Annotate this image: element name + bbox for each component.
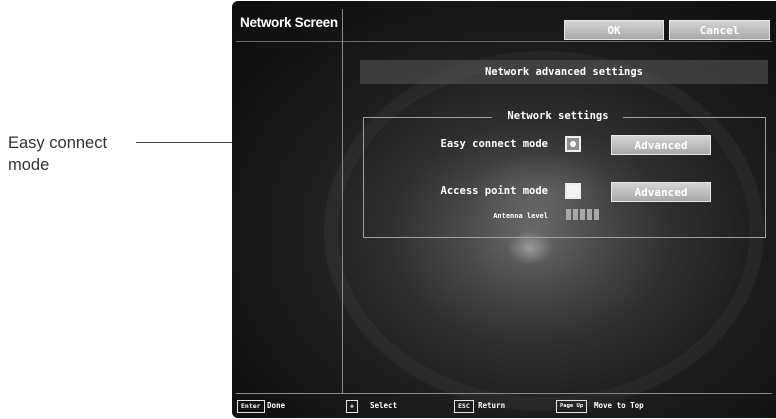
group-border-right <box>623 117 766 118</box>
antenna-bar <box>587 209 592 220</box>
esc-key-icon: ESC <box>454 400 474 413</box>
antenna-bar <box>566 209 571 220</box>
access-point-label: Access point mode <box>440 185 548 197</box>
screen-title: Network Screen <box>240 15 338 30</box>
antenna-level-meter <box>566 209 601 220</box>
section-header: Network advanced settings <box>360 60 768 84</box>
easy-connect-label: Easy connect mode <box>440 138 548 150</box>
move-to-top-hint: Move to Top <box>594 401 644 410</box>
footer-divider <box>236 393 772 394</box>
enter-key-icon: Enter <box>237 400 265 413</box>
cancel-button[interactable]: Cancel <box>669 20 770 40</box>
easy-connect-advanced-button[interactable]: Advanced <box>611 135 711 155</box>
access-point-checkbox[interactable] <box>565 183 581 199</box>
page-up-key-icon: Page Up <box>556 400 588 413</box>
return-hint: Return <box>478 401 506 410</box>
footer-hints: Enter Done ✥ Select ESC Return Page Up M… <box>232 399 776 417</box>
antenna-bar <box>580 209 585 220</box>
easy-connect-checkbox[interactable] <box>565 136 581 152</box>
access-point-advanced-button[interactable]: Advanced <box>611 182 711 202</box>
sidebar-divider <box>342 9 343 393</box>
group-border-bottom <box>363 237 766 238</box>
callout-line-2: mode <box>8 156 50 174</box>
projector-screen: Network Screen OK Cancel Network advance… <box>232 1 776 418</box>
antenna-level-label: Antenna level <box>493 212 548 220</box>
checkmark-icon <box>570 141 576 147</box>
antenna-bar <box>594 209 599 220</box>
done-hint: Done <box>267 401 286 410</box>
group-border-left <box>363 117 492 118</box>
callout-line-1: Easy connect <box>8 134 108 152</box>
ok-button[interactable]: OK <box>564 20 664 40</box>
group-title: Network settings <box>507 110 609 122</box>
callout-label: Easy connect mode <box>8 132 148 176</box>
select-key-icon: ✥ <box>346 400 358 413</box>
header-divider <box>236 41 772 42</box>
select-hint: Select <box>370 401 398 410</box>
antenna-bar <box>573 209 578 220</box>
